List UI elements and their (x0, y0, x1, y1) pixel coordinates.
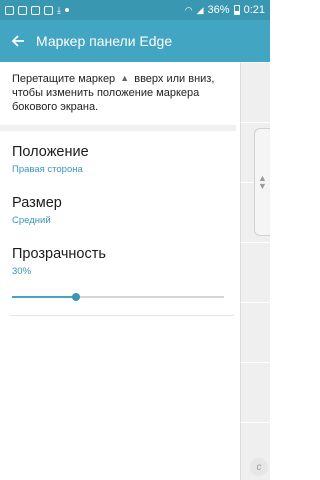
setting-size[interactable]: Размер Средний (12, 195, 232, 226)
wifi-icon: ◠ (184, 5, 193, 15)
edge-panel-preview (240, 62, 270, 480)
watermark-logo: c (250, 458, 268, 476)
slider-thumb[interactable] (71, 293, 80, 301)
setting-position[interactable]: Положение Правая сторона (12, 144, 232, 175)
battery-percent: 36% (207, 4, 230, 16)
edge-panel-cell (240, 242, 270, 302)
back-arrow-icon (11, 35, 24, 47)
edge-panel-cell (240, 302, 270, 362)
divider (10, 315, 234, 316)
section-divider (0, 125, 236, 131)
image-icon (18, 5, 27, 15)
system-status: ◠ ◢ 36% 0:21 (185, 4, 265, 16)
drag-handle-icon: ▲ (120, 73, 130, 83)
setting-title: Прозрачность (12, 246, 106, 262)
download-icon: ⤓ (57, 4, 61, 15)
setting-transparency: Прозрачность 30% (12, 246, 232, 277)
setting-value: Правая сторона (12, 164, 83, 175)
description-part1: Перетащите маркер (12, 73, 116, 85)
notification-icons: ⤓ (5, 4, 69, 15)
edge-panel-cell (240, 362, 270, 422)
dot-icon (64, 8, 69, 12)
page-title: Маркер панели Edge (36, 33, 173, 49)
bag-icon (44, 5, 53, 15)
clock: 0:21 (243, 4, 265, 16)
status-bar: ⤓ ◠ ◢ 36% 0:21 (0, 0, 270, 20)
signal-icon: ◢ (196, 5, 204, 15)
setting-title: Положение (12, 144, 89, 160)
transparency-slider[interactable] (12, 292, 224, 302)
drag-handle-icon: ▲ ▼ (258, 173, 267, 191)
setting-value: 30% (12, 266, 32, 277)
description-text: Перетащите маркер ▲ вверх или вниз, чтоб… (12, 72, 234, 114)
setting-value: Средний (12, 215, 51, 226)
back-button[interactable] (0, 20, 36, 62)
bag-icon (31, 5, 40, 15)
settings-content: Перетащите маркер ▲ вверх или вниз, чтоб… (0, 62, 240, 480)
edge-panel-cell (240, 62, 270, 122)
slider-fill (12, 296, 76, 298)
setting-title: Размер (12, 195, 62, 211)
battery-icon (233, 5, 240, 15)
edge-panel-handle[interactable]: ▲ ▼ (254, 128, 270, 236)
image-icon (5, 5, 14, 15)
app-bar: Маркер панели Edge (0, 20, 270, 62)
